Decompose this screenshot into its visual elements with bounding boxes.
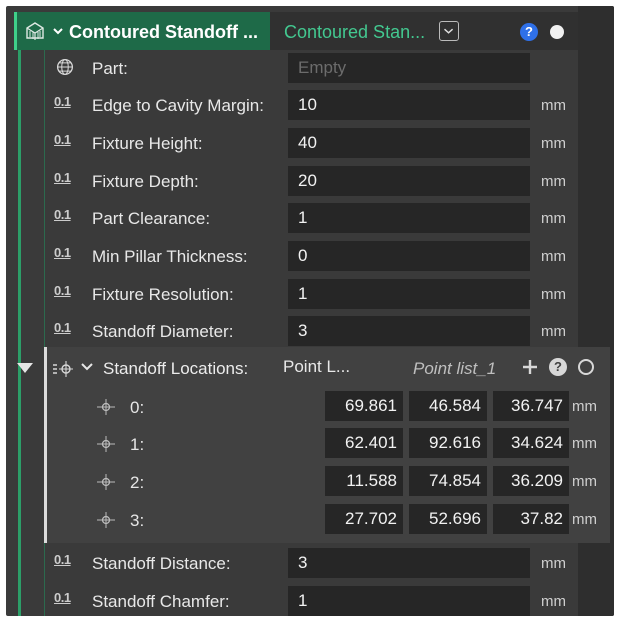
- point-row-2: 2: 11.588 74.854 36.209 mm: [47, 464, 610, 500]
- field-row-standoff-chamfer: 0.1 Standoff Chamfer: 1 mm: [46, 584, 576, 616]
- status-dot[interactable]: [550, 25, 564, 39]
- point-mode-selector[interactable]: Point L...: [283, 357, 350, 377]
- numeric-parameter-icon: 0.1: [54, 207, 71, 222]
- standoff-distance-input[interactable]: 3: [288, 548, 530, 578]
- field-label: Fixture Depth:: [92, 172, 199, 191]
- point-index: 3:: [130, 511, 145, 530]
- feature-name[interactable]: Contoured Stan...: [284, 22, 425, 43]
- point-crosshair-icon: [97, 474, 115, 490]
- unit-label: mm: [541, 248, 566, 265]
- point-y-input[interactable]: 52.696: [409, 504, 487, 534]
- unit-label: mm: [572, 435, 597, 452]
- unit-label: mm: [541, 323, 566, 340]
- point-row-1: 1: 62.401 92.616 34.624 mm: [47, 426, 610, 462]
- feature-title: Contoured Standoff ...: [69, 22, 258, 42]
- field-row-fixture-resolution: 0.1 Fixture Resolution: 1 mm: [46, 277, 576, 313]
- point-index: 1:: [130, 435, 145, 454]
- point-x-input[interactable]: 69.861: [325, 391, 403, 421]
- point-crosshair-icon: [97, 512, 115, 528]
- numeric-parameter-icon: 0.1: [54, 552, 71, 567]
- feature-header: Contoured Standoff ... Contoured Stan...…: [14, 12, 578, 50]
- point-x-input[interactable]: 11.588: [325, 466, 403, 496]
- part-input[interactable]: Empty: [288, 53, 530, 83]
- contoured-standoff-icon: [26, 22, 44, 40]
- field-label: Min Pillar Thickness:: [92, 247, 248, 266]
- point-index: 0:: [130, 398, 145, 417]
- help-button[interactable]: ?: [520, 23, 538, 41]
- field-label: Part:: [92, 59, 128, 78]
- unit-label: mm: [541, 593, 566, 610]
- point-y-input[interactable]: 74.854: [409, 466, 487, 496]
- field-row-standoff-distance: 0.1 Standoff Distance: 3 mm: [46, 546, 576, 582]
- point-y-input[interactable]: 92.616: [409, 428, 487, 458]
- standoff-locations-label: Standoff Locations:: [103, 359, 249, 378]
- add-icon[interactable]: [521, 358, 539, 376]
- point-crosshair-icon: [97, 436, 115, 452]
- unit-label: mm: [572, 511, 597, 528]
- unit-label: mm: [572, 398, 597, 415]
- field-row-edge-to-cavity-margin: 0.1 Edge to Cavity Margin: 10 mm: [46, 88, 576, 124]
- field-label: Standoff Distance:: [92, 554, 231, 573]
- field-row-fixture-depth: 0.1 Fixture Depth: 20 mm: [46, 164, 576, 200]
- unit-label: mm: [541, 97, 566, 114]
- fixture-depth-input[interactable]: 20: [288, 166, 530, 196]
- chevron-down-icon[interactable]: [81, 362, 93, 372]
- fixture-resolution-input[interactable]: 1: [288, 279, 530, 309]
- field-label: Part Clearance:: [92, 209, 211, 228]
- point-y-input[interactable]: 46.584: [409, 391, 487, 421]
- status-ring-icon[interactable]: [578, 359, 594, 375]
- point-z-input[interactable]: 36.747: [493, 391, 569, 421]
- min-pillar-thickness-input[interactable]: 0: [288, 241, 530, 271]
- standoff-locations-panel: Standoff Locations: Point L... Point lis…: [44, 347, 610, 543]
- point-list-icon: [53, 361, 73, 377]
- field-label: Fixture Height:: [92, 134, 203, 153]
- feature-dropdown-button[interactable]: [439, 21, 459, 41]
- numeric-parameter-icon: 0.1: [54, 94, 71, 109]
- chevron-down-icon[interactable]: [52, 25, 64, 37]
- field-row-part: Part: Empty: [46, 51, 576, 87]
- tree-accent-line: [18, 50, 21, 616]
- point-crosshair-icon: [97, 399, 115, 415]
- unit-label: mm: [541, 135, 566, 152]
- globe-icon: [56, 58, 74, 76]
- field-label: Standoff Chamfer:: [92, 592, 230, 611]
- collapse-triangle-icon[interactable]: [16, 362, 34, 374]
- feature-tab[interactable]: Contoured Standoff ...: [14, 12, 270, 50]
- numeric-parameter-icon: 0.1: [54, 170, 71, 185]
- fixture-height-input[interactable]: 40: [288, 128, 530, 158]
- unit-label: mm: [572, 473, 597, 490]
- point-x-input[interactable]: 62.401: [325, 428, 403, 458]
- field-label: Fixture Resolution:: [92, 285, 234, 304]
- point-x-input[interactable]: 27.702: [325, 504, 403, 534]
- unit-label: mm: [541, 555, 566, 572]
- part-clearance-input[interactable]: 1: [288, 203, 530, 233]
- help-icon[interactable]: ?: [549, 358, 567, 376]
- numeric-parameter-icon: 0.1: [54, 132, 71, 147]
- unit-label: mm: [541, 286, 566, 303]
- numeric-parameter-icon: 0.1: [54, 245, 71, 260]
- point-z-input[interactable]: 36.209: [493, 466, 569, 496]
- field-row-standoff-diameter: 0.1 Standoff Diameter: 3 mm: [46, 314, 576, 350]
- point-list-name[interactable]: Point list_1: [413, 359, 496, 379]
- point-z-input[interactable]: 34.624: [493, 428, 569, 458]
- standoff-locations-header: Standoff Locations: Point L... Point lis…: [47, 347, 610, 387]
- field-label: Standoff Diameter:: [92, 322, 234, 341]
- point-z-input[interactable]: 37.82: [493, 504, 569, 534]
- point-index: 2:: [130, 473, 145, 492]
- unit-label: mm: [541, 210, 566, 227]
- standoff-chamfer-input[interactable]: 1: [288, 586, 530, 616]
- edge-to-cavity-margin-input[interactable]: 10: [288, 90, 530, 120]
- numeric-parameter-icon: 0.1: [54, 320, 71, 335]
- field-row-fixture-height: 0.1 Fixture Height: 40 mm: [46, 126, 576, 162]
- numeric-parameter-icon: 0.1: [54, 590, 71, 605]
- field-row-min-pillar-thickness: 0.1 Min Pillar Thickness: 0 mm: [46, 239, 576, 275]
- point-row-3: 3: 27.702 52.696 37.82 mm: [47, 502, 610, 538]
- unit-label: mm: [541, 173, 566, 190]
- field-row-part-clearance: 0.1 Part Clearance: 1 mm: [46, 201, 576, 237]
- standoff-diameter-input[interactable]: 3: [288, 316, 530, 346]
- field-label: Edge to Cavity Margin:: [92, 96, 264, 115]
- chevron-down-icon: [444, 28, 454, 34]
- numeric-parameter-icon: 0.1: [54, 283, 71, 298]
- point-row-0: 0: 69.861 46.584 36.747 mm: [47, 389, 610, 425]
